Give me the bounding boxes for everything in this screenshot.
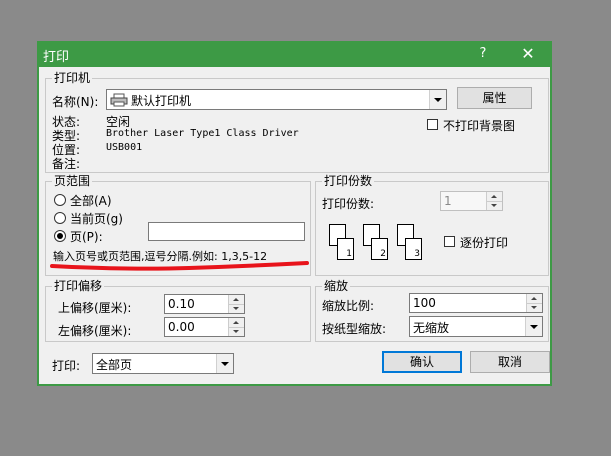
no-background-checkbox[interactable] xyxy=(427,119,438,130)
zoom-ratio-stepper[interactable]: 100 xyxy=(409,293,543,313)
collate-checkbox[interactable] xyxy=(444,236,455,247)
fit-paper-value: 无缩放 xyxy=(413,321,450,335)
range-current-label[interactable]: 当前页(g) xyxy=(70,210,123,227)
ok-button[interactable]: 确认 xyxy=(382,351,462,373)
range-pages-radio[interactable] xyxy=(54,230,66,242)
collate-page-icon: 2 xyxy=(371,238,388,260)
print-scope-value: 全部页 xyxy=(96,358,133,372)
collate-label[interactable]: 逐份打印 xyxy=(460,234,508,251)
copies-value: 1 xyxy=(444,194,452,208)
print-dialog: 打印 ? ✕ 打印机 名称(N): 默认打印机 属性 状态: 空闲 类型: Br… xyxy=(37,41,552,386)
printer-group-title: 打印机 xyxy=(54,71,91,85)
offset-title: 打印偏移 xyxy=(54,279,103,293)
copies-label: 打印份数: xyxy=(322,197,375,211)
cancel-button[interactable]: 取消 xyxy=(470,351,550,373)
red-underline-annotation xyxy=(50,261,309,271)
type-value: Brother Laser Type1 Class Driver xyxy=(106,128,299,139)
left-offset-label: 左偏移(厘米): xyxy=(58,324,132,338)
fit-paper-select[interactable]: 无缩放 xyxy=(409,316,543,337)
window-title: 打印 xyxy=(43,50,70,65)
page-range-input[interactable] xyxy=(148,222,305,241)
chevron-down-icon[interactable] xyxy=(216,354,233,373)
range-all-label[interactable]: 全部(A) xyxy=(70,192,112,209)
chevron-down-icon[interactable] xyxy=(525,317,542,336)
left-offset-stepper[interactable]: 0.00 xyxy=(164,317,245,337)
top-offset-stepper[interactable]: 0.10 xyxy=(164,294,245,314)
copies-stepper[interactable]: 1 xyxy=(440,191,503,211)
printer-name-value: 默认打印机 xyxy=(131,94,192,108)
collate-page-icon: 3 xyxy=(405,238,422,260)
range-all-radio[interactable] xyxy=(54,194,66,206)
fit-paper-label: 按纸型缩放: xyxy=(322,322,387,336)
dialog-body: 打印机 名称(N): 默认打印机 属性 状态: 空闲 类型: Brother L… xyxy=(39,67,550,384)
decrement-icon[interactable] xyxy=(487,201,502,211)
left-offset-value: 0.00 xyxy=(168,320,195,334)
print-scope-select[interactable]: 全部页 xyxy=(92,353,234,374)
page-range-title: 页范围 xyxy=(54,174,91,188)
zoom-title: 缩放 xyxy=(324,279,349,293)
copies-title: 打印份数 xyxy=(324,174,373,188)
printer-name-label: 名称(N): xyxy=(52,95,99,109)
chevron-down-icon[interactable] xyxy=(429,90,446,109)
decrement-icon[interactable] xyxy=(229,327,244,337)
help-icon[interactable]: ? xyxy=(473,44,493,64)
title-bar[interactable]: 打印 ? ✕ xyxy=(37,41,552,67)
range-pages-label[interactable]: 页(P): xyxy=(70,228,103,245)
printer-name-select[interactable]: 默认打印机 xyxy=(106,89,447,110)
properties-button[interactable]: 属性 xyxy=(457,87,532,109)
decrement-icon[interactable] xyxy=(527,303,542,313)
decrement-icon[interactable] xyxy=(229,304,244,314)
printer-icon xyxy=(110,93,128,110)
comment-label: 备注: xyxy=(52,157,81,171)
zoom-ratio-value: 100 xyxy=(413,296,436,310)
increment-icon[interactable] xyxy=(229,295,244,304)
location-value: USB001 xyxy=(106,142,143,153)
collate-page-icon: 1 xyxy=(337,238,354,260)
increment-icon[interactable] xyxy=(527,294,542,303)
print-scope-label: 打印: xyxy=(52,359,81,373)
close-icon[interactable]: ✕ xyxy=(515,43,541,65)
no-background-label[interactable]: 不打印背景图 xyxy=(443,117,515,134)
top-offset-value: 0.10 xyxy=(168,297,195,311)
increment-icon[interactable] xyxy=(229,318,244,327)
range-current-radio[interactable] xyxy=(54,212,66,224)
collate-illustration: 1 2 3 xyxy=(327,224,427,266)
increment-icon[interactable] xyxy=(487,192,502,201)
top-offset-label: 上偏移(厘米): xyxy=(58,301,132,315)
zoom-ratio-label: 缩放比例: xyxy=(322,299,375,313)
